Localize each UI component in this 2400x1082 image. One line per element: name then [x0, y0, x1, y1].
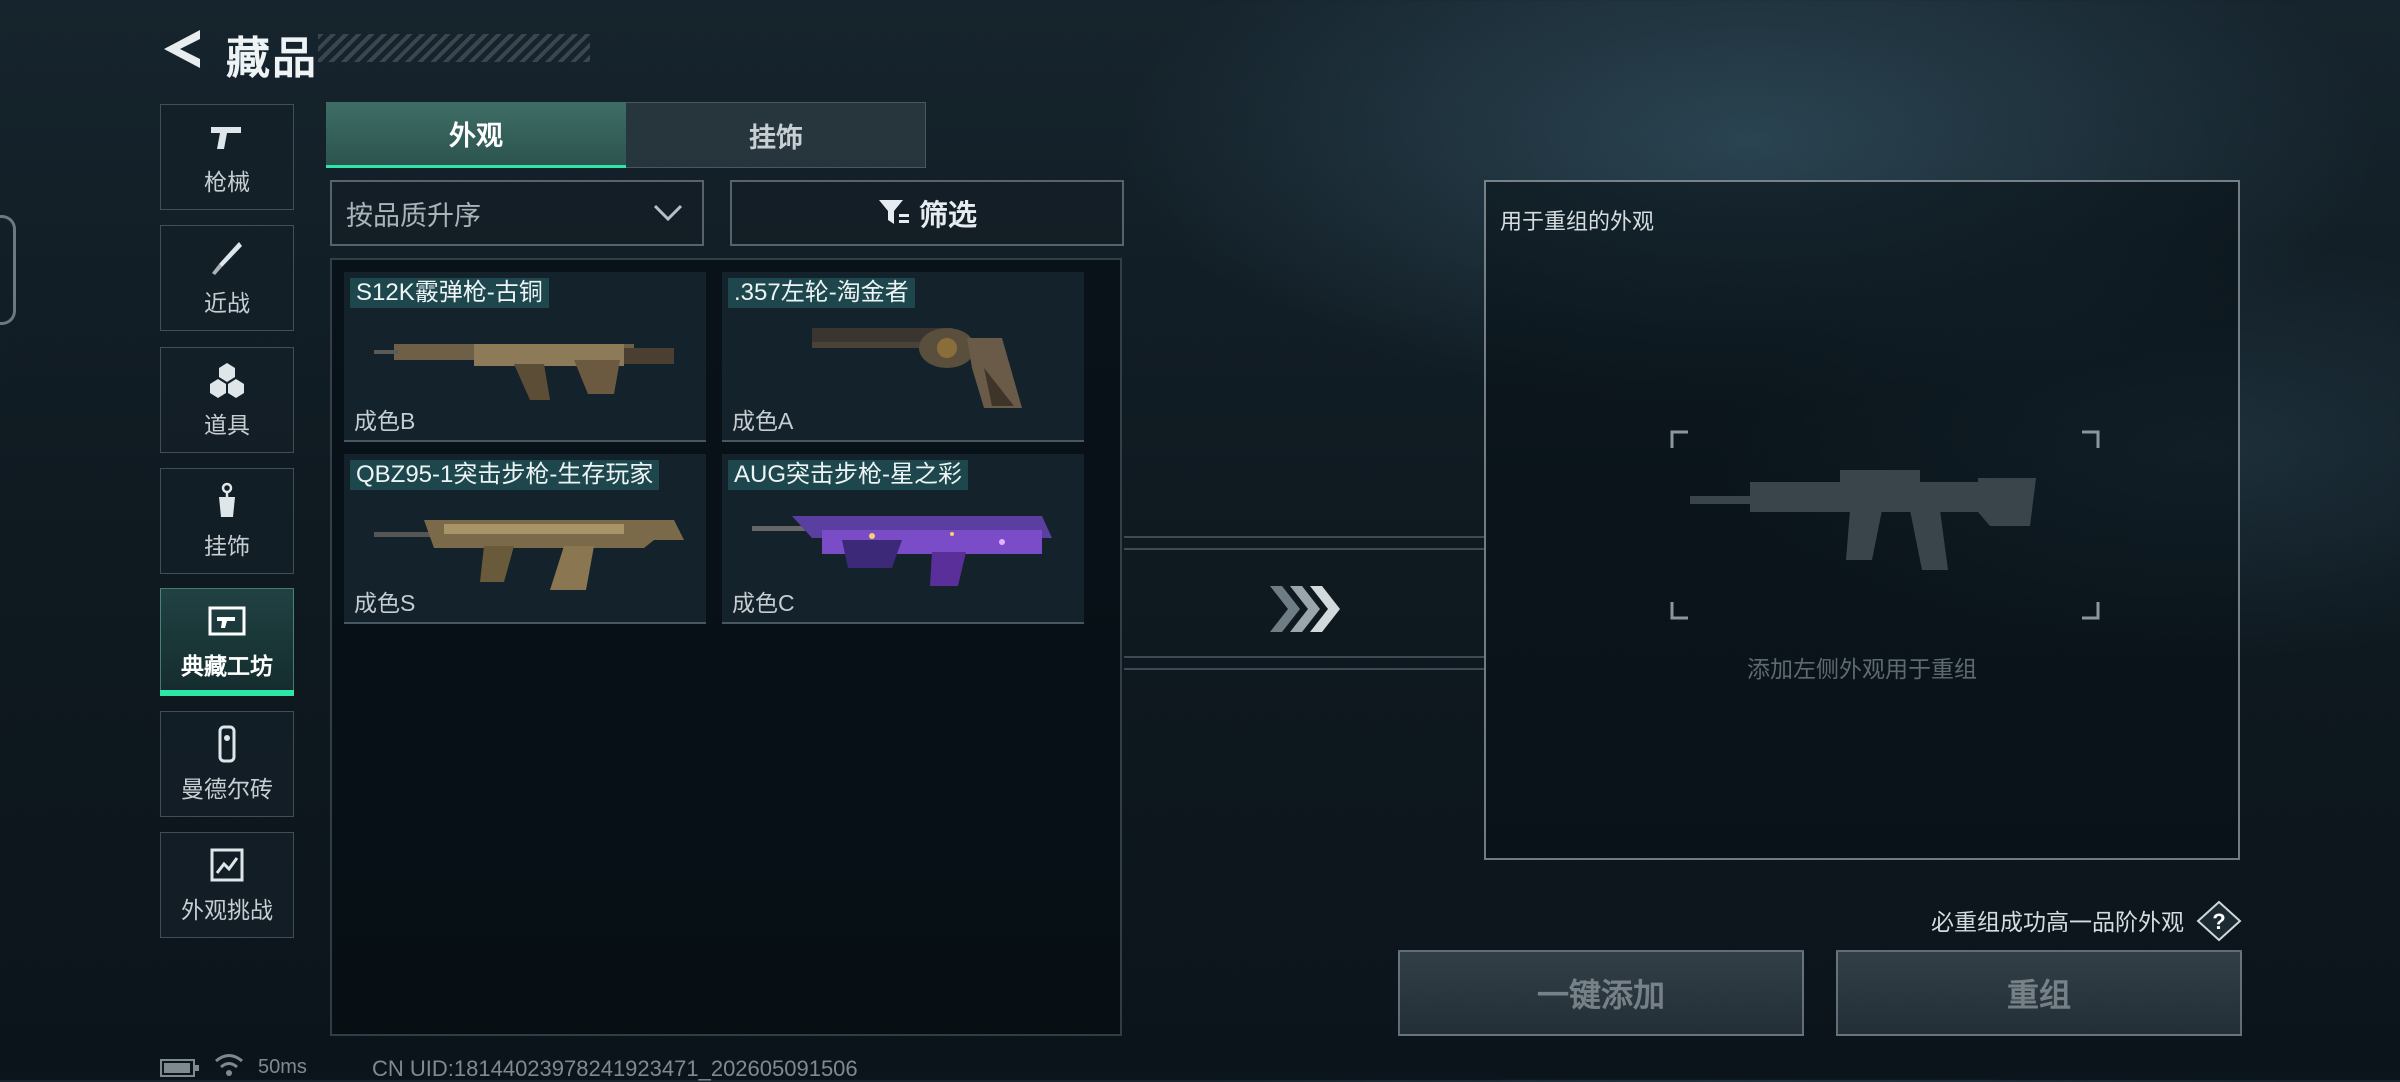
skin-name: QBZ95-1突击步枪-生存玩家: [350, 460, 660, 490]
challenge-icon: [210, 848, 244, 882]
skin-quality: 成色B: [354, 408, 416, 434]
skin-card-s12k[interactable]: S12K霰弹枪-古铜 成色B: [344, 272, 706, 442]
active-indicator: [160, 690, 294, 696]
ping-readout: 50ms: [258, 1056, 307, 1078]
skin-card-qbz95[interactable]: QBZ95-1突击步枪-生存玩家 成色S: [344, 454, 706, 624]
triple-chevron-right-icon: [1270, 586, 1340, 632]
items-icon: [210, 363, 244, 398]
connector-line: [1124, 656, 1484, 658]
skin-name: S12K霰弹枪-古铜: [350, 278, 549, 308]
skin-quality: 成色C: [732, 590, 795, 616]
sidebar-item-workshop[interactable]: 典藏工坊: [160, 588, 294, 694]
filter-button-label: 筛选: [918, 200, 977, 232]
skin-card-aug[interactable]: AUG突击步枪-星之彩 成色C: [722, 454, 1084, 624]
brick-icon: [218, 725, 236, 763]
rifle-placeholder-icon: [1670, 430, 2100, 620]
help-icon[interactable]: ?: [2196, 900, 2242, 942]
connector-line: [1124, 548, 1484, 550]
shotgun-image: [374, 344, 674, 400]
sort-dropdown[interactable]: 按品质升序: [330, 180, 704, 246]
connector-line: [1124, 536, 1484, 538]
skin-card-357[interactable]: .357左轮-淘金者 成色A: [722, 272, 1084, 442]
connector-line: [1124, 668, 1484, 670]
sort-dropdown-value: 按品质升序: [346, 200, 481, 231]
skin-quality: 成色S: [354, 590, 416, 616]
workshop-icon: [208, 606, 246, 636]
filter-icon: [878, 200, 909, 224]
title-decoration: [318, 34, 590, 62]
skin-name: AUG突击步枪-星之彩: [728, 460, 968, 490]
recombine-button[interactable]: 重组: [1836, 950, 2242, 1036]
sidebar-item-mandel-brick[interactable]: 曼德尔砖: [160, 711, 294, 817]
skin-name: .357左轮-淘金者: [728, 278, 915, 308]
sidebar-item-label: 挂饰: [204, 533, 250, 559]
quick-add-button[interactable]: 一键添加: [1398, 950, 1804, 1036]
sidebar-item-label: 典藏工坊: [181, 653, 273, 679]
skin-quality: 成色A: [732, 408, 794, 434]
page-title: 藏品: [226, 34, 318, 83]
guarantee-text: 必重组成功高一品阶外观: [1931, 909, 2184, 935]
sidebar-item-label: 枪械: [204, 169, 250, 195]
player-uid: CN UID:18144023978241923471_202605091506: [372, 1056, 858, 1081]
sidebar-item-items[interactable]: 道具: [160, 347, 294, 453]
svg-text:?: ?: [2212, 909, 2225, 934]
battery-icon: [160, 1059, 199, 1077]
back-arrow-icon[interactable]: [160, 26, 206, 72]
sidebar-item-label: 外观挑战: [181, 897, 273, 923]
rifle-image: [374, 520, 684, 590]
filter-button[interactable]: 筛选: [730, 180, 1124, 246]
sidebar-item-label: 曼德尔砖: [181, 776, 273, 802]
pistol-icon: [211, 127, 241, 149]
tab-appearance[interactable]: 外观: [326, 102, 626, 168]
knife-icon: [212, 242, 242, 275]
charm-icon: [219, 482, 235, 517]
rifle-image: [752, 516, 1052, 586]
chevron-down-icon: [653, 204, 683, 222]
sidebar-item-label: 近战: [204, 290, 250, 316]
side-drawer-handle[interactable]: [0, 215, 16, 325]
sidebar-item-appearance-challenge[interactable]: 外观挑战: [160, 832, 294, 938]
sidebar-item-charms[interactable]: 挂饰: [160, 468, 294, 574]
recombine-panel-title: 用于重组的外观: [1500, 209, 1655, 234]
wifi-icon: [215, 1054, 243, 1076]
sidebar-item-label: 道具: [204, 412, 250, 438]
revolver-image: [812, 328, 1022, 408]
recombine-hint: 添加左侧外观用于重组: [1747, 656, 1977, 682]
tab-charms[interactable]: 挂饰: [626, 102, 926, 168]
sidebar-item-guns[interactable]: 枪械: [160, 104, 294, 210]
sidebar-item-melee[interactable]: 近战: [160, 225, 294, 331]
